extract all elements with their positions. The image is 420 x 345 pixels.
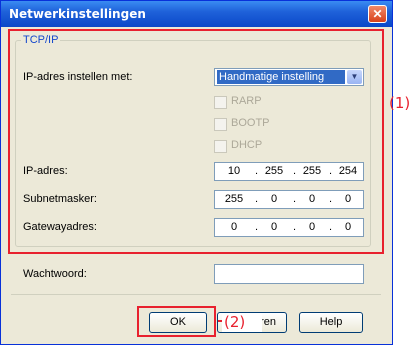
password-field[interactable] [214, 264, 364, 284]
title-bar[interactable]: Netwerkinstellingen ✕ [1, 1, 392, 27]
callout-label-1: (1) [389, 94, 411, 112]
password-label: Wachtwoord: [23, 268, 87, 280]
callout-box-1 [8, 29, 384, 254]
divider [11, 294, 381, 295]
dialog-title: Netwerkinstellingen [9, 7, 146, 21]
callout-box-2 [137, 306, 216, 337]
callout-label-2-background: (2) [222, 313, 262, 332]
help-button[interactable]: Help [299, 312, 363, 333]
close-icon: ✕ [372, 7, 383, 21]
close-button[interactable]: ✕ [368, 5, 387, 23]
callout-label-2: (2) [224, 313, 246, 331]
